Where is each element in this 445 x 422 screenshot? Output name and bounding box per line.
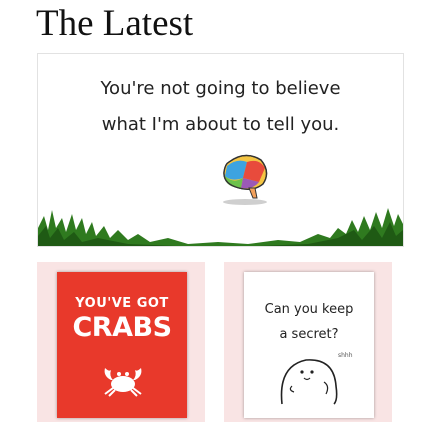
section-title: The Latest — [36, 3, 194, 44]
featured-caption-line-1: You're not going to believe — [100, 78, 341, 99]
grass-decoration — [38, 208, 403, 246]
crab-icon — [104, 368, 142, 397]
featured-comic-card[interactable]: You're not going to believe what I'm abo… — [37, 53, 404, 247]
featured-caption-line-2: what I'm about to tell you. — [101, 114, 340, 135]
comic-card-secret[interactable]: Can you keep a secret? shhh — [224, 262, 392, 422]
secret-line-2: a secret? — [279, 327, 339, 342]
crabs-top-text: YOU'VE GOT — [75, 296, 169, 311]
secret-thumbnail: Can you keep a secret? shhh — [244, 272, 374, 418]
secret-line-1: Can you keep — [264, 302, 354, 317]
comic-card-crabs[interactable]: YOU'VE GOT CRABS — [37, 262, 205, 422]
crabs-thumbnail: YOU'VE GOT CRABS — [57, 272, 187, 418]
crabs-big-text: CRABS — [72, 312, 172, 343]
blob-creature-icon — [280, 359, 338, 405]
